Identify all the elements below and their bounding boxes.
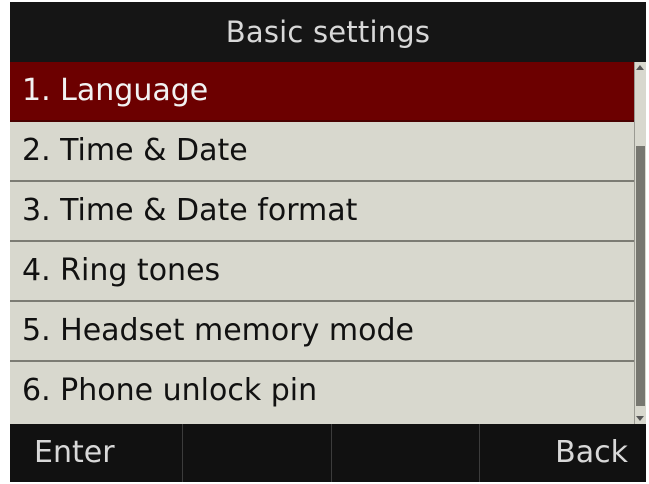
- screen-title: Basic settings: [10, 2, 646, 62]
- scroll-track[interactable]: [636, 72, 645, 414]
- menu-item-phone-unlock-pin[interactable]: 6. Phone unlock pin: [10, 362, 634, 424]
- scroll-thumb[interactable]: [636, 146, 645, 406]
- menu-item-time-date-format[interactable]: 3. Time & Date format: [10, 182, 634, 242]
- softkey-bar: Enter Back: [10, 424, 646, 482]
- menu-item-ring-tones[interactable]: 4. Ring tones: [10, 242, 634, 302]
- enter-softkey[interactable]: Enter: [10, 424, 183, 482]
- softkey-3[interactable]: [332, 424, 481, 482]
- menu-item-language[interactable]: 1. Language: [10, 62, 634, 122]
- back-softkey[interactable]: Back: [480, 424, 646, 482]
- scroll-up-icon[interactable]: [636, 65, 644, 70]
- softkey-2[interactable]: [183, 424, 332, 482]
- settings-menu: 1. Language 2. Time & Date 3. Time & Dat…: [10, 62, 634, 424]
- scroll-down-icon[interactable]: [636, 416, 644, 421]
- menu-scrollbar[interactable]: [634, 62, 646, 424]
- phone-screen: Basic settings 1. Language 2. Time & Dat…: [10, 2, 646, 482]
- menu-item-time-date[interactable]: 2. Time & Date: [10, 122, 634, 182]
- menu-item-headset-memory-mode[interactable]: 5. Headset memory mode: [10, 302, 634, 362]
